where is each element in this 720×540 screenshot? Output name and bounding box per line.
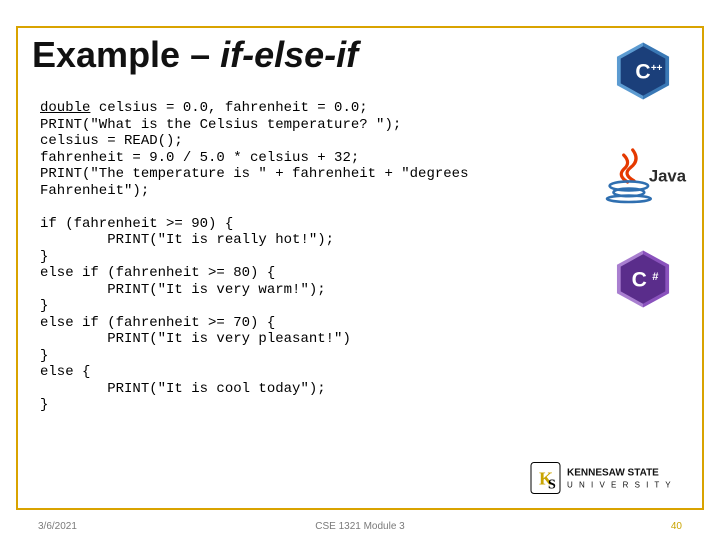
code-l16: }: [40, 348, 48, 364]
footer-course: CSE 1321 Module 3: [315, 521, 405, 532]
ksu-logo-icon: K S KENNESAW STATE U N I V E R S I T Y: [528, 452, 698, 504]
svg-text:#: #: [652, 271, 659, 283]
code-l9: PRINT("It is really hot!");: [40, 232, 334, 248]
title-plain: Example –: [32, 34, 220, 75]
java-logo-icon: Java: [598, 144, 688, 206]
code-l14: else if (fahrenheit >= 70) {: [40, 315, 275, 331]
code-l12: PRINT("It is very warm!");: [40, 282, 326, 298]
code-keyword-double: double: [40, 100, 90, 116]
code-l17: else {: [40, 364, 90, 380]
svg-text:C: C: [635, 60, 650, 83]
code-l15: PRINT("It is very pleasant!"): [40, 331, 351, 347]
svg-text:C: C: [632, 268, 647, 291]
title-italic: if-else-if: [220, 34, 358, 75]
svg-text:Java: Java: [649, 166, 687, 185]
slide-footer: 3/6/2021 CSE 1321 Module 3 40: [0, 516, 720, 534]
code-block: double celsius = 0.0, fahrenheit = 0.0; …: [40, 100, 560, 414]
code-l11: else if (fahrenheit >= 80) {: [40, 265, 275, 281]
csharp-logo-icon: C #: [612, 248, 674, 310]
svg-text:S: S: [548, 478, 556, 493]
code-l8: if (fahrenheit >= 90) {: [40, 216, 233, 232]
code-l2: PRINT("What is the Celsius temperature? …: [40, 117, 401, 133]
code-l19: }: [40, 397, 48, 413]
code-l3: celsius = READ();: [40, 133, 183, 149]
code-l4: fahrenheit = 9.0 / 5.0 * celsius + 32;: [40, 150, 359, 166]
ksu-text2: U N I V E R S I T Y: [567, 481, 673, 490]
footer-date: 3/6/2021: [38, 521, 77, 532]
code-l10: }: [40, 249, 48, 265]
code-l1b: celsius = 0.0, fahrenheit = 0.0;: [90, 100, 367, 116]
slide-title: Example – if-else-if: [32, 34, 358, 76]
code-l6: Fahrenheit");: [40, 183, 149, 199]
code-l18: PRINT("It is cool today");: [40, 381, 326, 397]
code-l5: PRINT("The temperature is " + fahrenheit…: [40, 166, 468, 182]
svg-text:++: ++: [651, 63, 663, 74]
code-l13: }: [40, 298, 48, 314]
ksu-text1: KENNESAW STATE: [567, 468, 659, 479]
cpp-logo-icon: C ++: [612, 40, 674, 102]
logo-column: C ++ Java C #: [588, 40, 698, 310]
footer-page-number: 40: [671, 521, 682, 532]
